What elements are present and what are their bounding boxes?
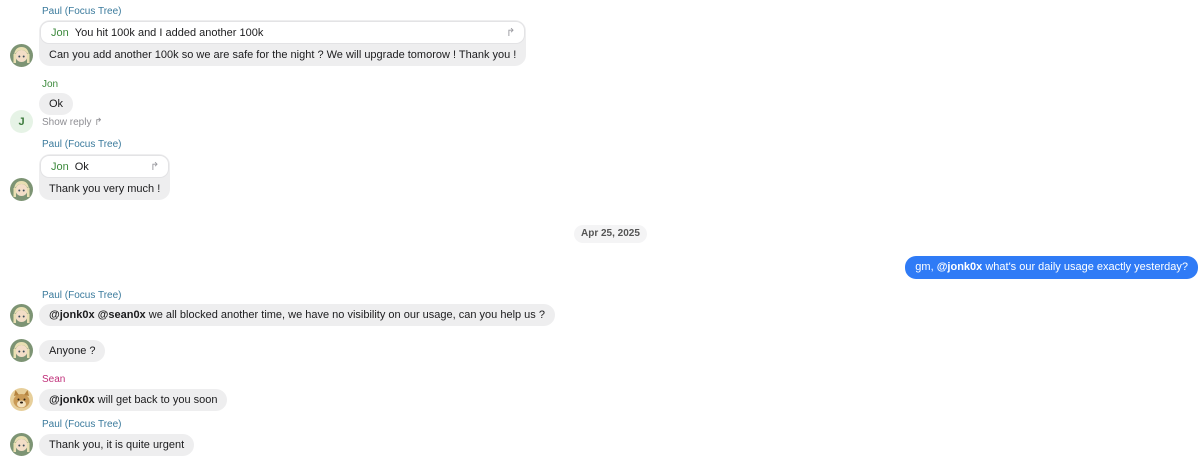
sender-name[interactable]: Paul (Focus Tree) [42, 6, 121, 18]
avatar-paul[interactable] [10, 304, 33, 327]
message-text: will get back to you soon [94, 394, 218, 406]
mention-link[interactable]: @jonk0x [937, 261, 983, 273]
mention-link[interactable]: @sean0x [98, 309, 146, 321]
message-text: we all blocked another time, we have no … [145, 309, 545, 321]
message-bubble[interactable]: Thank you, it is quite urgent [39, 434, 195, 456]
mention-link[interactable]: @jonk0x [49, 394, 95, 406]
avatar-paul[interactable] [10, 44, 33, 67]
message-text: Ok [49, 98, 64, 110]
message-bubble-with-reply[interactable]: Jon Ok ↱ Thank you very much ! [39, 154, 171, 200]
anime-avatar-icon [10, 178, 33, 201]
sender-name[interactable]: Sean [42, 374, 65, 386]
quote-author: Jon [51, 161, 69, 173]
avatar-paul[interactable] [10, 178, 33, 201]
outgoing-message-bubble[interactable]: gm, @jonk0x what's our daily usage exact… [905, 256, 1198, 279]
doge-avatar-icon [10, 388, 33, 411]
sender-name[interactable]: Paul (Focus Tree) [42, 139, 121, 151]
anime-avatar-icon [10, 339, 33, 362]
message-bubble-with-reply[interactable]: Jon You hit 100k and I added another 100k… [39, 20, 527, 66]
avatar-paul[interactable] [10, 433, 33, 456]
show-reply-label: Show reply [42, 117, 92, 128]
date-divider: Apr 25, 2025 [574, 225, 647, 243]
message-bubble[interactable]: @jonk0x will get back to you soon [39, 389, 228, 411]
sender-name[interactable]: Paul (Focus Tree) [42, 419, 121, 431]
message-bubble[interactable]: Ok [39, 93, 74, 115]
quote-author: Jon [51, 27, 69, 39]
avatar-sean[interactable] [10, 388, 33, 411]
anime-avatar-icon [10, 304, 33, 327]
message-text-prefix: gm, [915, 261, 937, 273]
message-text: Thank you, it is quite urgent [49, 439, 185, 451]
quote-text: Ok [74, 161, 89, 173]
quote-text: You hit 100k and I added another 100k [74, 27, 264, 39]
message-bubble[interactable]: Anyone ? [39, 340, 106, 362]
avatar-jon[interactable]: J [10, 110, 33, 133]
message-bubble[interactable]: @jonk0x @sean0x we all blocked another t… [39, 304, 555, 326]
message-text: Can you add another 100k so we are safe … [49, 49, 517, 61]
mention-link[interactable]: @jonk0x [49, 309, 95, 321]
anime-avatar-icon [10, 433, 33, 456]
sender-name[interactable]: Paul (Focus Tree) [42, 290, 121, 302]
sender-name[interactable]: Jon [42, 79, 58, 91]
message-text: Thank you very much ! [49, 183, 161, 195]
message-text: Anyone ? [49, 345, 96, 357]
message-text-suffix: what's our daily usage exactly yesterday… [982, 261, 1188, 273]
quoted-reply[interactable]: Jon Ok ↱ [40, 155, 170, 179]
quoted-reply[interactable]: Jon You hit 100k and I added another 100k… [40, 21, 526, 45]
avatar-paul[interactable] [10, 339, 33, 362]
anime-avatar-icon [10, 44, 33, 67]
reply-arrow-icon: ↱ [94, 117, 103, 128]
forward-icon[interactable]: ↱ [150, 156, 159, 179]
show-reply-link[interactable]: Show reply ↱ [42, 117, 103, 128]
forward-icon[interactable]: ↱ [506, 22, 515, 45]
